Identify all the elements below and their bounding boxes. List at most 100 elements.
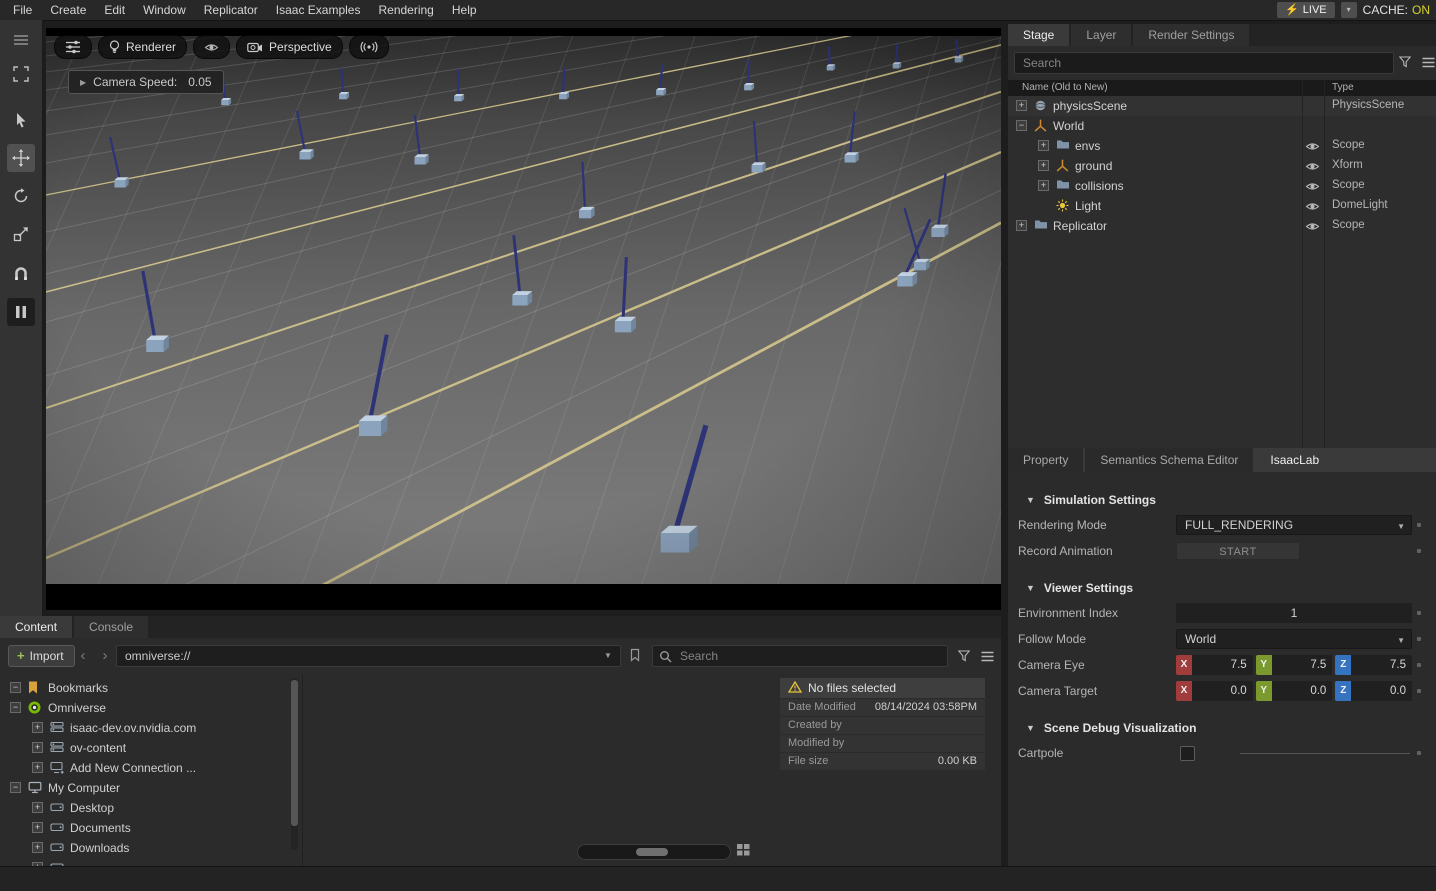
tree-row-item[interactable]: + [0, 858, 300, 866]
forward-button[interactable]: › [96, 645, 114, 667]
bookmark-ribbon-icon[interactable] [630, 648, 640, 665]
tree-row-my-computer[interactable]: −My Computer [0, 778, 300, 798]
expander-icon[interactable]: − [1016, 120, 1027, 131]
thumbnail-size-slider[interactable] [577, 844, 731, 860]
expander-icon[interactable]: − [10, 702, 21, 713]
expander-icon[interactable]: + [32, 822, 43, 833]
tree-row-documents[interactable]: +Documents [0, 818, 300, 838]
select-tool-button[interactable] [7, 60, 35, 88]
stage-row-world[interactable]: −World [1008, 116, 1436, 136]
menu-edit[interactable]: Edit [95, 0, 134, 20]
reset-indicator[interactable] [1417, 751, 1421, 755]
section-header-viewer-settings[interactable]: ▼Viewer Settings [1008, 576, 1436, 600]
filter-funnel-icon[interactable] [958, 650, 970, 665]
reset-indicator[interactable] [1417, 611, 1421, 615]
expander-icon[interactable]: − [10, 682, 21, 693]
camera-eye-z-field[interactable]: Z7.5 [1335, 655, 1412, 675]
environment-index-field[interactable]: 1 [1176, 603, 1412, 623]
renderer-menu-button[interactable]: Renderer [98, 35, 187, 59]
camera-eye-x-field[interactable]: X7.5 [1176, 655, 1253, 675]
expander-icon[interactable]: + [32, 742, 43, 753]
import-button[interactable]: + Import [8, 645, 75, 667]
menu-isaac-examples[interactable]: Isaac Examples [267, 0, 370, 20]
rotate-tool-button[interactable] [7, 182, 35, 210]
stage-row-collisions[interactable]: +collisionsScope [1008, 176, 1436, 196]
camera-target-x-field[interactable]: X0.0 [1176, 681, 1253, 701]
expander-icon[interactable]: − [10, 782, 21, 793]
stage-tab-stage[interactable]: Stage [1008, 24, 1069, 46]
options-menu-icon[interactable] [981, 651, 994, 665]
content-tab-content[interactable]: Content [0, 616, 72, 638]
live-dropdown-button[interactable]: ▾ [1341, 2, 1357, 18]
tree-row-downloads[interactable]: +Downloads [0, 838, 300, 858]
camera-eye-y-field[interactable]: Y7.5 [1256, 655, 1333, 675]
stage-row-replicator[interactable]: +ReplicatorScope [1008, 216, 1436, 236]
expander-icon[interactable]: + [1038, 140, 1049, 151]
menu-create[interactable]: Create [41, 0, 95, 20]
stage-tab-render-settings[interactable]: Render Settings [1133, 24, 1249, 46]
move-tool-button[interactable] [7, 144, 35, 172]
visibility-eye-icon[interactable] [1305, 181, 1320, 195]
tree-row-isaac-dev-ov-nvidia-com[interactable]: +isaac-dev.ov.nvidia.com [0, 718, 300, 738]
snap-tool-button[interactable] [7, 260, 35, 288]
expander-icon[interactable]: + [32, 802, 43, 813]
rendering-mode-dropdown[interactable]: FULL_RENDERING▼ [1176, 515, 1412, 535]
back-button[interactable]: ‹ [74, 645, 92, 667]
camera-target-y-field[interactable]: Y0.0 [1256, 681, 1333, 701]
visibility-eye-icon[interactable] [1305, 201, 1320, 215]
tree-row-add-new-connection[interactable]: +Add New Connection ... [0, 758, 300, 778]
property-tab-property[interactable]: Property [1008, 448, 1083, 472]
visibility-eye-icon[interactable] [1305, 141, 1320, 155]
stage-row-envs[interactable]: +envsScope [1008, 136, 1436, 156]
property-tab-semantics-schema-editor[interactable]: Semantics Schema Editor [1085, 448, 1253, 472]
content-tab-console[interactable]: Console [74, 616, 148, 638]
stage-tab-layer[interactable]: Layer [1071, 24, 1131, 46]
path-input[interactable] [116, 645, 621, 667]
reset-indicator[interactable] [1417, 523, 1421, 527]
menu-help[interactable]: Help [443, 0, 486, 20]
visibility-eye-icon[interactable] [1305, 161, 1320, 175]
menu-rendering[interactable]: Rendering [369, 0, 442, 20]
camera-target-z-field[interactable]: Z0.0 [1335, 681, 1412, 701]
tree-row-desktop[interactable]: +Desktop [0, 798, 300, 818]
axis-value[interactable]: 7.5 [1192, 655, 1253, 675]
expander-icon[interactable]: + [32, 762, 43, 773]
property-tab-isaaclab[interactable]: IsaacLab [1255, 448, 1334, 472]
start-button[interactable]: START [1176, 542, 1300, 560]
camera-menu-button[interactable]: Perspective [236, 35, 343, 59]
toolbar-menu-button[interactable] [7, 26, 35, 54]
follow-mode-dropdown[interactable]: World▼ [1176, 629, 1412, 649]
stage-search-input[interactable] [1014, 52, 1394, 74]
chevron-down-icon[interactable]: ▼ [604, 651, 612, 660]
stage-row-ground[interactable]: +groundXform [1008, 156, 1436, 176]
section-header-scene-debug-visualization[interactable]: ▼Scene Debug Visualization [1008, 716, 1436, 740]
menu-file[interactable]: File [4, 0, 41, 20]
visibility-eye-icon[interactable] [1305, 221, 1320, 235]
reset-indicator[interactable] [1417, 689, 1421, 693]
live-button[interactable]: ⚡ LIVE [1277, 2, 1335, 18]
broadcast-button[interactable] [349, 35, 389, 59]
column-name[interactable]: Name (Old to New) [1022, 80, 1108, 96]
expander-icon[interactable]: + [32, 722, 43, 733]
tree-row-ov-content[interactable]: +ov-content [0, 738, 300, 758]
expander-icon[interactable]: + [1038, 180, 1049, 191]
expander-icon[interactable]: + [1016, 100, 1027, 111]
axis-value[interactable]: 7.5 [1351, 655, 1412, 675]
cartpole-checkbox[interactable] [1180, 746, 1195, 761]
axis-value[interactable]: 7.5 [1272, 655, 1333, 675]
content-search-input[interactable] [678, 648, 947, 664]
tree-row-bookmarks[interactable]: −Bookmarks [0, 678, 300, 698]
menu-window[interactable]: Window [134, 0, 195, 20]
section-header-simulation-settings[interactable]: ▼Simulation Settings [1008, 488, 1436, 512]
axis-value[interactable]: 0.0 [1272, 681, 1333, 701]
pause-button[interactable] [7, 298, 35, 326]
reset-indicator[interactable] [1417, 549, 1421, 553]
grid-view-toggle-icon[interactable] [736, 843, 751, 859]
visibility-menu-button[interactable] [193, 35, 230, 59]
filter-funnel-icon[interactable] [1399, 56, 1411, 71]
scale-tool-button[interactable] [7, 220, 35, 248]
axis-value[interactable]: 0.0 [1192, 681, 1253, 701]
scrollbar-thumb[interactable] [291, 680, 298, 826]
viewport-3d[interactable]: Renderer Perspective ▶ Camera Speed: 0.0… [46, 28, 1001, 610]
menu-replicator[interactable]: Replicator [195, 0, 267, 20]
